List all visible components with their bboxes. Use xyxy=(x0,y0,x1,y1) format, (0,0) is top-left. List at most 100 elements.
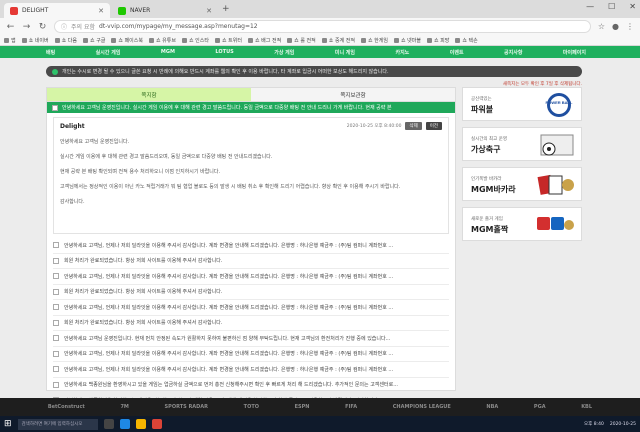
tab-archive[interactable]: 쪽지보관함 xyxy=(251,88,455,102)
list-item[interactable]: 안녕하세요 고객님, 언제나 저희 딜라잇을 이용해 주셔서 감사합니다. 계좌… xyxy=(53,238,449,254)
site-nav-item[interactable]: 공지사항 xyxy=(504,49,522,56)
bookmarks-bar: 앱 쇼 네이버 쇼 다음 쇼 구글 쇼 페이스북 쇼 유튜브 쇼 인스타 쇼 트위터 쇼 배그 … xyxy=(0,35,640,46)
tab-delight[interactable]: DELIGHT ✕ xyxy=(4,3,110,18)
list-item[interactable]: 안녕하세요 고객님, 언제나 저희 딜라잇을 이용해 주셔서 감사합니다. 계좌… xyxy=(53,300,449,316)
footer-brand-logo: TOTO xyxy=(243,404,259,410)
bookmark-item[interactable]: 쇼 한게임 xyxy=(360,37,388,44)
window-controls: — ☐ ✕ xyxy=(586,2,636,11)
message-title: 안녕하세요 고객님, 언제나 저희 딜라잇을 이용해 주셔서 감사합니다. 계좌… xyxy=(64,351,394,358)
message-checkbox[interactable] xyxy=(53,242,59,249)
forward-icon[interactable]: → xyxy=(22,22,31,32)
list-item[interactable]: 안녕하세요 고객님, 언제나 저희 딜라잇을 이용해 주셔서 감사합니다. 계좌… xyxy=(53,347,449,362)
message-checkbox[interactable] xyxy=(53,366,59,373)
banner-mgm-oddeven[interactable]: 새로운 즐거 게임 MGM홀짝 xyxy=(462,207,582,241)
browser-tabstrip: DELIGHT ✕ NAVER ✕ + — ☐ ✕ xyxy=(0,0,640,18)
bookmark-label: 쇼 중계 전적 xyxy=(328,37,355,44)
bookmark-item[interactable]: 쇼 롤 전적 xyxy=(287,37,316,44)
bookmark-item[interactable]: 쇼 넷마블 xyxy=(393,37,421,44)
bookmark-item[interactable]: 쇼 다음 xyxy=(54,37,77,44)
site-nav-item[interactable]: 마이페이지 xyxy=(563,49,586,56)
list-item[interactable]: 안녕하세요 고객님, 언제나 저희 딜라잇을 이용해 주셔서 감사합니다. 계좌… xyxy=(53,269,449,285)
banner-subtitle: 새로운 즐거 게임 xyxy=(471,217,503,222)
site-nav-item[interactable]: 이벤트 xyxy=(450,49,464,56)
naver-favicon-icon xyxy=(118,6,126,15)
selected-message-row[interactable]: 안녕하세요 고객님 운영진입니다. 실시간 게임 이용에 후 대해 관련 경고 … xyxy=(47,102,455,113)
site-nav-item[interactable]: 미니 게임 xyxy=(335,49,355,56)
taskbar-search-input[interactable]: 검색하려면 여기에 입력하십시오 xyxy=(17,418,98,430)
bookmark-item[interactable]: 쇼 트위터 xyxy=(214,37,242,44)
bookmark-item[interactable]: 쇼 텍손 xyxy=(455,37,478,44)
close-window-icon[interactable]: ✕ xyxy=(629,2,636,11)
site-nav-item[interactable]: MGM xyxy=(161,49,175,55)
footer-brand-logo: ESPN xyxy=(294,404,310,410)
bookmark-item[interactable]: 쇼 중계 전적 xyxy=(321,37,355,44)
bookmark-label: 쇼 트위터 xyxy=(221,37,242,44)
bookmark-icon xyxy=(214,37,220,43)
list-item[interactable]: 회원 처리가 완료되었습니다. 항상 저희 사이트를 이용해 주셔서 감사합니다… xyxy=(53,254,449,269)
message-checkbox[interactable] xyxy=(53,273,59,280)
list-item[interactable]: 회원 처리가 완료되었습니다. 항상 저희 사이트를 이용해 주셔서 감사합니다… xyxy=(53,285,449,300)
message-checkbox[interactable] xyxy=(53,288,59,295)
bookmark-item[interactable]: 쇼 인스타 xyxy=(181,37,209,44)
message-checkbox[interactable] xyxy=(52,104,58,111)
windows-start-icon[interactable]: ⊞ xyxy=(4,419,12,429)
minimize-icon[interactable]: — xyxy=(586,2,594,11)
list-item[interactable]: 안녕하세요 백종원님을 환영하시고 있을 게임는 업금하실 금액으로 먼저 총전… xyxy=(53,378,449,393)
bookmark-item[interactable]: 쇼 피망 xyxy=(426,37,449,44)
bookmark-icon xyxy=(321,37,327,43)
explorer-icon[interactable] xyxy=(135,419,146,429)
bookmark-item[interactable]: 쇼 페이스북 xyxy=(111,37,143,44)
tab-close-icon[interactable]: ✕ xyxy=(98,7,104,15)
maximize-icon[interactable]: ☐ xyxy=(608,2,615,11)
site-nav-item[interactable]: 카지노 xyxy=(395,49,409,56)
star-icon[interactable]: ☆ xyxy=(598,22,605,31)
footer-brand-logo: KBL xyxy=(581,404,593,410)
tab-inbox[interactable]: 쪽지함 xyxy=(47,88,251,102)
list-item[interactable]: 안녕하세요 고객님, 언제나 저희 딜라잇을 이용해 주셔서 감사합니다. 계좌… xyxy=(53,362,449,378)
message-body: 안녕하세요 고객님 운영진입니다. 실시간 게임 이용에 후 대해 관련 경고 말… xyxy=(60,138,442,205)
task-view-icon[interactable] xyxy=(103,419,114,429)
info-icon[interactable]: ⓘ xyxy=(61,22,67,31)
site-nav-item[interactable]: 실시간 게임 xyxy=(96,49,121,56)
taskbar: ⊞ 검색하려면 여기에 입력하십시오 오후 8:40 2020-10-25 xyxy=(0,416,640,432)
message-checkbox[interactable] xyxy=(53,350,59,357)
side-banners: 공신력있는 파워볼 POWER BALL 실시간의 최고 운영 가상축구 인기폭… xyxy=(462,87,582,247)
message-checkbox[interactable] xyxy=(53,257,59,264)
banner-mgm-baccarat[interactable]: 인기폭발 바카라 MGM바카라 xyxy=(462,167,582,201)
bookmark-item[interactable]: 쇼 배그 전적 xyxy=(247,37,281,44)
reload-icon[interactable]: ↻ xyxy=(38,22,47,32)
message-checkbox[interactable] xyxy=(53,304,59,311)
bookmark-item[interactable]: 쇼 구글 xyxy=(83,37,105,44)
bookmark-label: 쇼 구글 xyxy=(90,37,106,44)
back-icon[interactable]: ← xyxy=(6,22,15,32)
message-checkbox[interactable] xyxy=(53,335,59,342)
site-nav-item[interactable]: LOTUS xyxy=(215,49,233,55)
message-title: 회원 처리가 완료되었습니다. 항상 저희 사이트를 이용해 주셔서 감사합니다… xyxy=(64,289,223,296)
tab-label: DELIGHT xyxy=(22,7,49,14)
banner-powerball[interactable]: 공신력있는 파워볼 POWER BALL xyxy=(462,87,582,121)
tab-naver[interactable]: NAVER ✕ xyxy=(112,3,218,18)
list-item[interactable]: 회원 처리가 완료되었습니다. 항상 저희 사이트를 이용해 주셔서 감사합니다… xyxy=(53,316,449,331)
url-input[interactable]: ⓘ 주의 요함 dt-vvip.com/mypage/my_message.as… xyxy=(54,20,591,33)
new-tab-icon[interactable]: + xyxy=(222,4,230,14)
message-detail: Delight 2020-10-25 오후 8:40:00 삭제 이전 안녕하세… xyxy=(53,117,449,234)
message-title: 안녕하세요 고객님, 언제나 저희 딜라잇을 이용해 주셔서 감사합니다. 계좌… xyxy=(64,242,394,249)
tab-close-icon[interactable]: ✕ xyxy=(206,7,212,15)
edge-icon[interactable] xyxy=(119,419,130,429)
menu-icon[interactable]: ⋮ xyxy=(626,22,634,31)
site-nav-item[interactable]: 가상 게임 xyxy=(274,49,294,56)
list-item[interactable]: 안녕하세요 고객님 운영진입니다. 현재 먼치 안정된 속도가 원활하지 못하여… xyxy=(53,331,449,347)
footer-brands: BetConstruct 7M SPORTS RADAR TOTO ESPN FIFA CH… xyxy=(0,398,640,416)
bookmark-item[interactable]: 쇼 유튜브 xyxy=(148,37,176,44)
site-nav-item[interactable]: 배팅 xyxy=(46,49,55,56)
bookmark-item[interactable]: 쇼 네이버 xyxy=(21,37,49,44)
message-title: 안녕하세요 백종원님을 환영하시고 있을 게임는 업금하실 금액으로 먼저 총전… xyxy=(64,382,398,389)
message-checkbox[interactable] xyxy=(53,319,59,326)
prev-button[interactable]: 이전 xyxy=(425,122,442,130)
message-checkbox[interactable] xyxy=(53,381,59,388)
account-icon[interactable]: ● xyxy=(612,22,619,31)
bookmark-item[interactable]: 앱 xyxy=(4,37,16,44)
chrome-icon[interactable] xyxy=(151,419,162,429)
delete-button[interactable]: 삭제 xyxy=(405,122,422,130)
banner-virtual-soccer[interactable]: 실시간의 최고 운영 가상축구 xyxy=(462,127,582,161)
